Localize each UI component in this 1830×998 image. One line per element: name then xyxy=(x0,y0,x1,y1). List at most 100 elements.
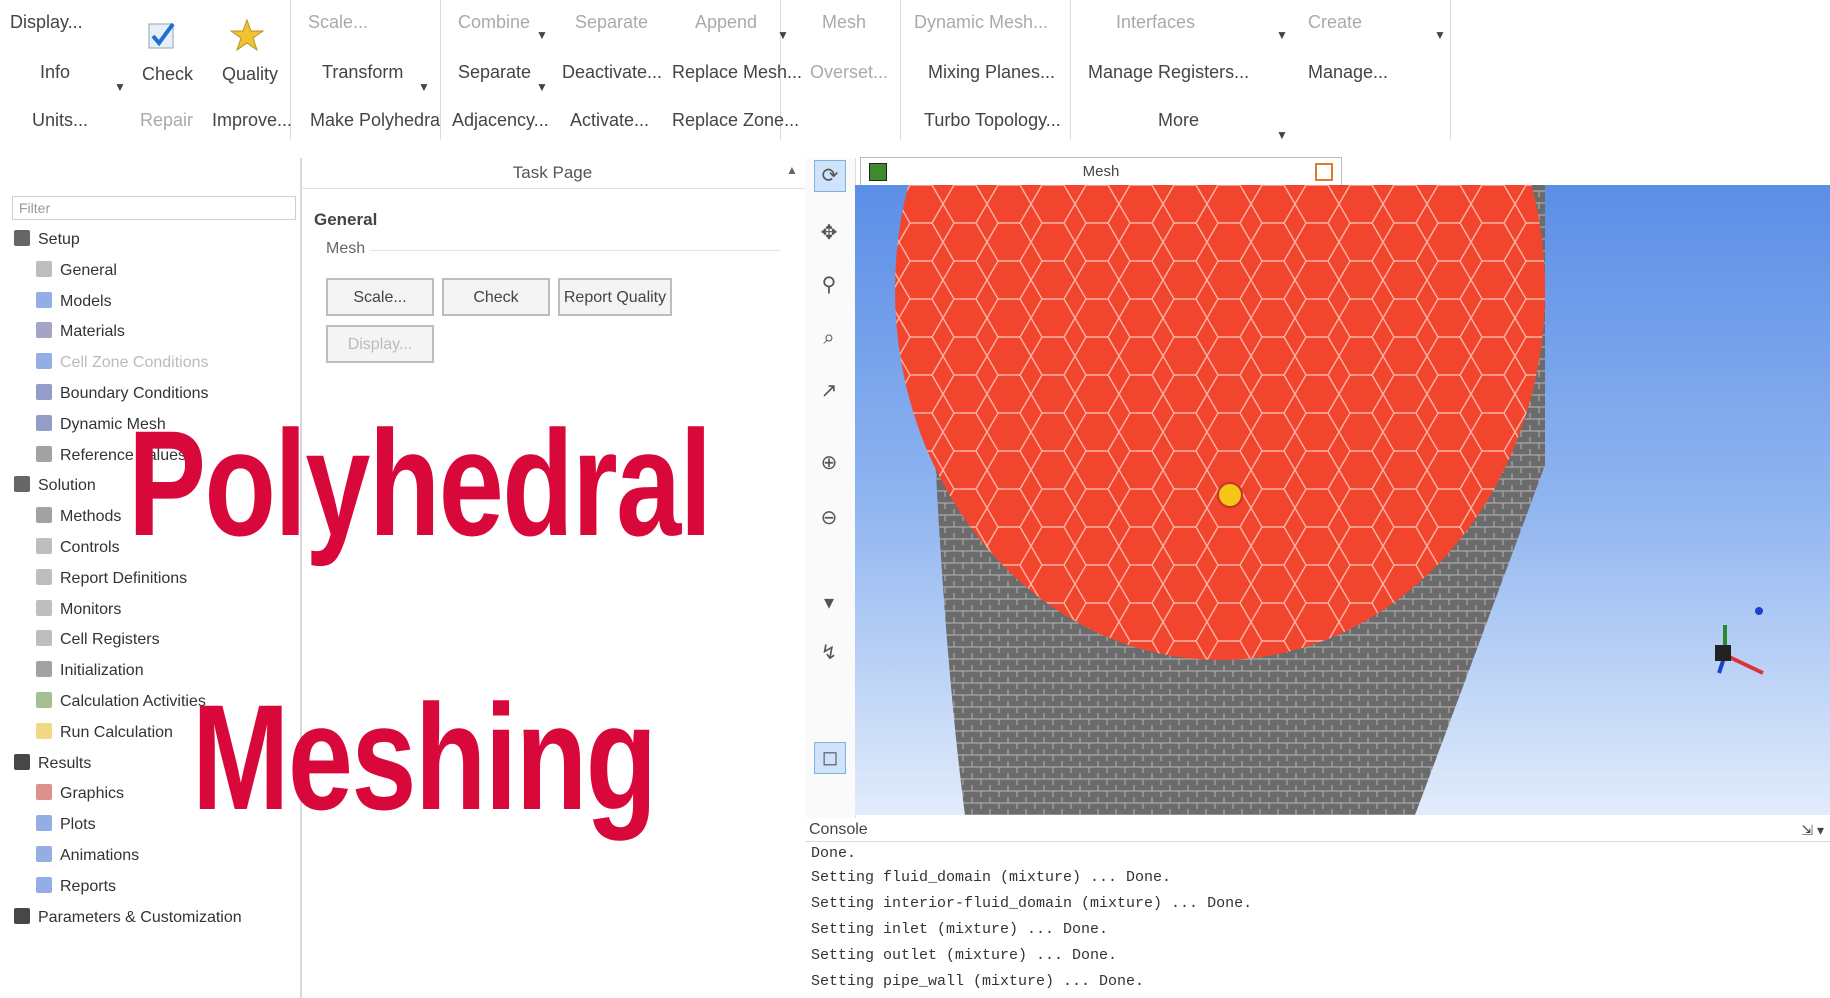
interfaces-dropdown-icon[interactable]: ▼ xyxy=(1276,28,1288,42)
reports-icon xyxy=(36,876,52,893)
mesh-ribbon-button[interactable]: Mesh xyxy=(822,12,866,33)
zoom-icon[interactable]: ⚲ xyxy=(814,270,844,300)
tree-item-setup[interactable]: Setup xyxy=(14,230,80,249)
report-def-icon xyxy=(36,568,52,585)
graphics-viewport[interactable] xyxy=(855,185,1830,815)
tree-item-label: Results xyxy=(38,754,92,772)
tree-item-reports[interactable]: Reports xyxy=(36,876,117,896)
tree-item-run-calculation[interactable]: Run Calculation xyxy=(36,722,173,742)
transform-button[interactable]: Transform xyxy=(322,62,403,83)
improve-button[interactable]: Improve... xyxy=(212,110,292,131)
cell-zone-icon xyxy=(36,353,52,370)
manage-registers-button[interactable]: Manage Registers... xyxy=(1088,62,1249,83)
separate-dropdown-icon[interactable]: ▼ xyxy=(536,80,548,94)
tree-item-results[interactable]: Results xyxy=(14,753,92,773)
separate-top-button[interactable]: Separate xyxy=(575,12,648,33)
mesh-group-line xyxy=(370,250,780,251)
deactivate-button[interactable]: Deactivate... xyxy=(562,62,662,83)
combine-button[interactable]: Combine xyxy=(458,12,530,33)
view-mode-icon[interactable]: ◻ xyxy=(814,742,846,774)
axis-triad-icon xyxy=(1715,607,1764,675)
zoom-out-icon[interactable]: ⊖ xyxy=(814,503,844,533)
tree-item-calculation-activities[interactable]: Calculation Activities xyxy=(36,692,206,711)
pan-icon[interactable]: ✥ xyxy=(814,218,844,248)
tree-item-graphics[interactable]: Graphics xyxy=(36,784,124,803)
console-options-icon[interactable]: ⇲ ▾ xyxy=(1801,818,1824,842)
create-dropdown-icon[interactable]: ▼ xyxy=(1434,28,1446,42)
console-line: Setting fluid_domain (mixture) ... Done. xyxy=(811,869,1172,886)
tree-item-models[interactable]: Models xyxy=(36,291,112,311)
run-calc-icon xyxy=(36,722,52,739)
axes-icon[interactable]: ↯ xyxy=(814,638,844,668)
console-output[interactable]: Done. Setting fluid_domain (mixture) ...… xyxy=(805,845,1830,998)
units-button[interactable]: Units... xyxy=(32,110,88,131)
turbo-topology-button[interactable]: Turbo Topology... xyxy=(924,110,1061,131)
interfaces-button[interactable]: Interfaces xyxy=(1116,12,1195,33)
tree-item-label: General xyxy=(60,261,117,279)
tree-item-controls[interactable]: Controls xyxy=(36,538,120,557)
tree-item-label: Calculation Activities xyxy=(60,693,206,710)
display-button[interactable]: Display... xyxy=(10,12,83,33)
quality-button[interactable]: Quality xyxy=(222,64,278,85)
viewport-tab[interactable]: Mesh xyxy=(860,157,1342,187)
tree-item-general[interactable]: General xyxy=(36,260,117,280)
initialization-icon xyxy=(36,661,52,678)
separate-button[interactable]: Separate xyxy=(458,62,531,83)
tree-item-cell-zone-conditions[interactable]: Cell Zone Conditions xyxy=(36,353,209,372)
tree-item-initialization[interactable]: Initialization xyxy=(36,661,144,680)
info-dropdown-icon[interactable]: ▼ xyxy=(114,80,126,94)
tree-item-label: Reports xyxy=(60,877,117,895)
general-icon xyxy=(36,260,52,277)
zoom-in-icon[interactable]: ⊕ xyxy=(814,448,844,478)
tree-item-materials[interactable]: Materials xyxy=(36,322,125,341)
scale-button[interactable]: Scale... xyxy=(308,12,368,33)
activate-button[interactable]: Activate... xyxy=(570,110,649,131)
zoom-box-icon[interactable]: ⌕ xyxy=(814,323,844,353)
quality-icon xyxy=(230,18,264,52)
tree-item-plots[interactable]: Plots xyxy=(36,815,96,834)
headline-line2: Meshing xyxy=(192,673,657,841)
tree-item-report-definitions[interactable]: Report Definitions xyxy=(36,568,187,588)
tree-item-animations[interactable]: Animations xyxy=(36,846,139,865)
create-button[interactable]: Create xyxy=(1308,12,1362,33)
adjacency-button[interactable]: Adjacency... xyxy=(452,110,549,131)
tree-item-label: Materials xyxy=(60,323,125,341)
probe-icon[interactable]: ↗ xyxy=(814,376,844,406)
fit-icon[interactable]: ▾ xyxy=(814,588,844,618)
tree-item-monitors[interactable]: Monitors xyxy=(36,599,122,619)
tree-item-parameters-customization[interactable]: Parameters & Customization xyxy=(14,907,242,927)
rotate-icon[interactable]: ⟳ xyxy=(814,160,846,192)
controls-icon xyxy=(36,538,52,554)
tree-item-solution[interactable]: Solution xyxy=(14,476,96,495)
more-dropdown-icon[interactable]: ▼ xyxy=(1276,128,1288,142)
tree-filter-input[interactable]: Filter xyxy=(12,196,296,220)
console-line: Setting pipe_wall (mixture) ... Done. xyxy=(811,973,1145,990)
polyhedral-mesh-graphic xyxy=(895,185,1764,815)
tree-item-cell-registers[interactable]: Cell Registers xyxy=(36,630,160,649)
models-icon xyxy=(36,291,52,308)
task-page-close-icon[interactable]: ▲ xyxy=(786,163,798,177)
section-title: General xyxy=(314,210,378,229)
info-button[interactable]: Info xyxy=(40,62,70,83)
display-task-button[interactable]: Display... xyxy=(326,325,434,363)
tree-item-label: Initialization xyxy=(60,662,144,680)
make-polyhedra-button[interactable]: Make Polyhedra xyxy=(310,110,440,131)
report-quality-button[interactable]: Report Quality xyxy=(558,278,672,316)
tab-close-icon[interactable] xyxy=(1315,163,1333,181)
tree-item-label: Monitors xyxy=(60,600,122,618)
append-button[interactable]: Append xyxy=(695,12,757,33)
combine-dropdown-icon[interactable]: ▼ xyxy=(536,28,548,42)
scale-task-button[interactable]: Scale... xyxy=(326,278,434,316)
check-task-button[interactable]: Check xyxy=(442,278,550,316)
repair-button[interactable]: Repair xyxy=(140,110,193,131)
tree-item-label: Parameters & Customization xyxy=(38,908,242,926)
check-button[interactable]: Check xyxy=(142,64,193,85)
console-title: Console xyxy=(809,821,868,838)
more-button[interactable]: More xyxy=(1158,110,1199,131)
transform-dropdown-icon[interactable]: ▼ xyxy=(418,80,430,94)
overset-button[interactable]: Overset... xyxy=(810,62,888,83)
tree-item-methods[interactable]: Methods xyxy=(36,507,121,526)
manage-button[interactable]: Manage... xyxy=(1308,62,1388,83)
dynamic-mesh-button[interactable]: Dynamic Mesh... xyxy=(914,12,1048,33)
mixing-planes-button[interactable]: Mixing Planes... xyxy=(928,62,1055,83)
